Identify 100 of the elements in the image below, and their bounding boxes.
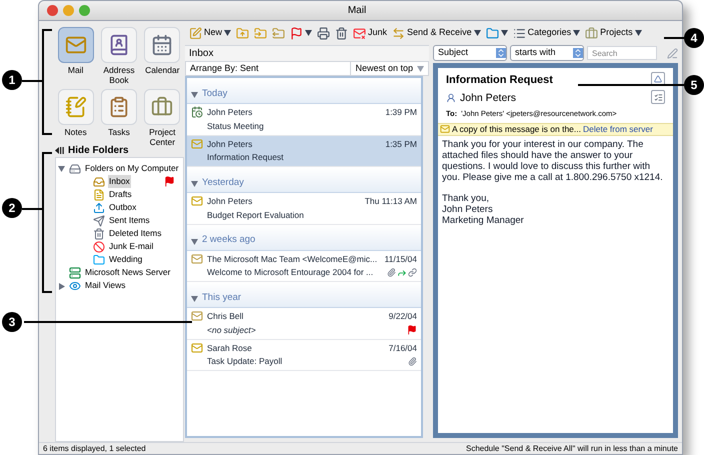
toolbar-button[interactable]: New: [189, 26, 232, 40]
message-icon: [191, 342, 203, 354]
message-row[interactable]: John Peters 1:39 PM Status Meeting: [187, 104, 421, 136]
toolbar-icon: [512, 26, 526, 40]
field-dropdown[interactable]: Subject: [433, 45, 507, 61]
arrange-by-button[interactable]: Arrange By: Sent: [186, 62, 350, 75]
paperclip-icon: [408, 357, 417, 366]
toolbar-button[interactable]: [486, 26, 508, 40]
toolbar-button[interactable]: Send & Receive: [392, 26, 481, 40]
folder-icon: [69, 162, 81, 174]
message-row[interactable]: John Peters 1:35 PM Information Request: [187, 136, 421, 167]
toolbar-icon: [290, 26, 304, 40]
module-label: Notes: [64, 127, 87, 137]
folder-item[interactable]: Sent Items: [108, 214, 151, 227]
leader-line: [22, 80, 42, 82]
module-button[interactable]: [144, 89, 180, 125]
toolbar-button[interactable]: [290, 26, 312, 40]
group-triangle-icon[interactable]: [191, 181, 198, 187]
paperclip-icon: [387, 268, 396, 278]
message-date: 1:39 PM: [385, 106, 417, 119]
folder-icon: [93, 202, 105, 214]
toolbar-icon: [585, 26, 598, 40]
close-button[interactable]: [47, 5, 58, 16]
folder-item[interactable]: Inbox: [108, 175, 131, 188]
triangle-icon: [191, 238, 198, 244]
triangle-icon: [191, 92, 198, 98]
group-heading[interactable]: Yesterday: [202, 176, 244, 190]
group-triangle-icon[interactable]: [191, 238, 198, 244]
group-triangle-icon[interactable]: [191, 296, 198, 302]
folder-item[interactable]: Deleted Items: [108, 227, 162, 240]
search-field[interactable]: Search: [587, 46, 657, 60]
module-button[interactable]: [58, 89, 94, 125]
callout-number: 4: [684, 28, 704, 48]
message-row[interactable]: Sarah Rose 7/16/04 Task Update: Payoll: [187, 340, 421, 371]
sidebar-toggle-icon[interactable]: [55, 146, 64, 154]
folder-item[interactable]: Mail Views: [84, 279, 126, 292]
message-sender: Sarah Rose: [207, 342, 252, 354]
zoom-button[interactable]: [79, 5, 90, 16]
contact-icon[interactable]: [446, 93, 456, 104]
toolbar-icon: [353, 26, 366, 40]
forward-arrow-icon: [397, 268, 407, 278]
hide-folders-button[interactable]: Hide Folders: [68, 142, 129, 158]
message-body-paragraph: Thank you, John Peters Marketing Manager: [442, 192, 525, 226]
flag-icon: [407, 325, 417, 336]
folder-icon: [93, 188, 105, 200]
folder-icon: [69, 266, 81, 278]
window-title: Mail: [346, 4, 368, 18]
folder-item[interactable]: Junk E-mail: [108, 240, 154, 253]
folder-item[interactable]: Wedding: [108, 253, 144, 266]
sort-order-button[interactable]: Newest on top: [350, 62, 428, 75]
group-triangle-icon[interactable]: [191, 92, 198, 98]
module-icon: [64, 96, 87, 118]
toolbar-icon: [272, 26, 286, 40]
module-button[interactable]: [100, 89, 137, 125]
leader-line: [664, 37, 684, 39]
triangle-icon: [59, 282, 65, 290]
toolbar-button[interactable]: Junk: [353, 26, 388, 40]
module-button[interactable]: [100, 27, 137, 63]
dropdown-arrow-icon: [417, 66, 424, 72]
toolbar-button[interactable]: [335, 26, 348, 40]
group-heading[interactable]: Today: [202, 86, 228, 101]
status-text: 6 items displayed, 1 selected: [43, 442, 146, 454]
folder-item[interactable]: Drafts: [108, 188, 133, 201]
message-sender: John Peters: [207, 106, 252, 119]
folder-icon: [93, 240, 105, 252]
checklist-icon[interactable]: [651, 90, 665, 104]
folder-item[interactable]: Outbox: [108, 201, 138, 214]
toolbar-icon: [236, 26, 250, 40]
folder-icon: [93, 214, 105, 226]
message-subject: Information Request: [207, 151, 284, 164]
dropdown-arrow-icon: [474, 30, 481, 36]
callout-number: 2: [2, 198, 22, 218]
module-label: Address Book: [102, 65, 136, 85]
collapsed-triangle-icon[interactable]: [59, 282, 65, 290]
message-row[interactable]: The Microsoft Mac Team <WelcomeE@mic... 11/15/04 Welcome to Microsoft Entourage 2004 for ...: [187, 250, 421, 282]
toolbar-button[interactable]: Categories: [512, 26, 580, 40]
group-heading[interactable]: This year: [202, 290, 242, 305]
module-button[interactable]: [58, 27, 94, 63]
expanded-triangle-icon[interactable]: [58, 166, 66, 172]
operator-dropdown[interactable]: starts with: [510, 45, 584, 61]
module-button[interactable]: [144, 27, 180, 63]
notice-text: A copy of this message is on the...: [452, 122, 581, 136]
message-subject: Status Meeting: [207, 120, 264, 132]
folder-item[interactable]: Folders on My Computer: [84, 162, 180, 175]
message-sender: John Peters: [207, 138, 252, 150]
triangle-icon: [58, 166, 65, 172]
module-label: Mail: [68, 65, 84, 75]
message-subject: Budget Report Evaluation: [207, 208, 304, 222]
callout-number: 5: [684, 75, 704, 95]
message-icon: [191, 310, 203, 322]
folder-item[interactable]: Microsoft News Server: [84, 266, 172, 279]
preview-sender[interactable]: John Peters: [460, 90, 516, 106]
delete-from-server-link[interactable]: Delete from server: [583, 122, 653, 136]
group-heading[interactable]: 2 weeks ago: [202, 233, 256, 248]
toolbar-icon: [335, 26, 348, 40]
folder-icon: [93, 228, 105, 240]
toolbar-button[interactable]: Projects: [585, 26, 642, 40]
mail-icon: [440, 124, 450, 134]
toolbar-button[interactable]: [317, 26, 330, 40]
message-date: 1:35 PM: [385, 138, 417, 150]
